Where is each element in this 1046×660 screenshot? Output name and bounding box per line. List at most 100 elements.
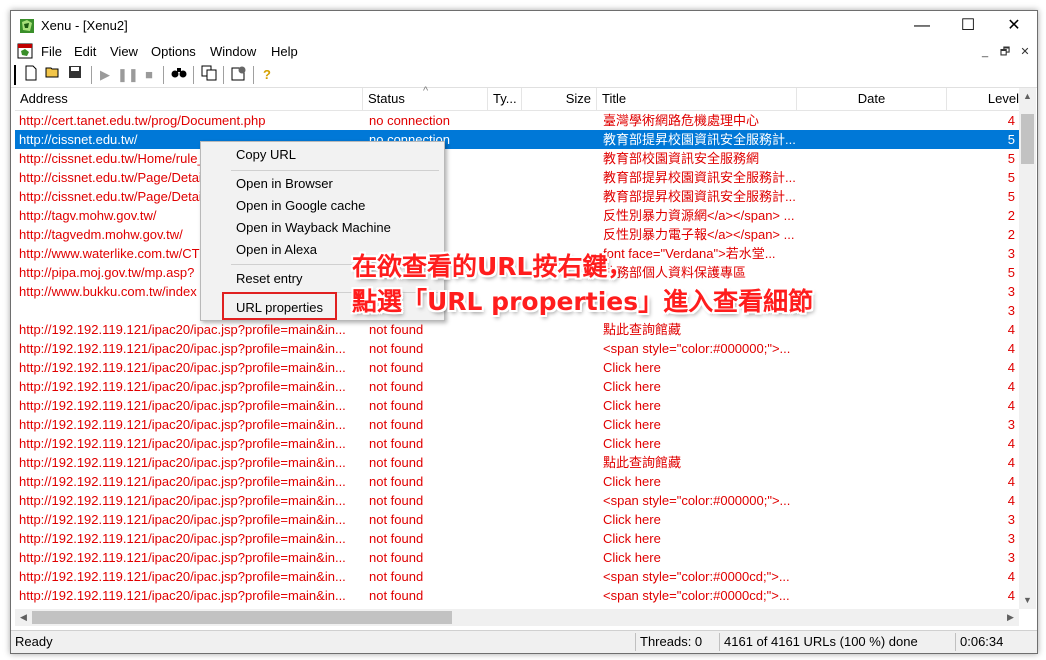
column-type[interactable]: Ty... [488, 88, 522, 110]
row-address: http://192.192.119.121/ipac20/ipac.jsp?p… [19, 493, 346, 508]
table-row[interactable]: http://192.192.119.121/ipac20/ipac.jsp?p… [15, 358, 1019, 377]
toolbar-separator [91, 66, 92, 84]
column-title[interactable]: Title [597, 88, 797, 110]
table-row[interactable]: http://tagvedm.mohw.gov.tw/n反性別暴力電子報</a>… [15, 225, 1019, 244]
column-date[interactable]: Date [797, 88, 947, 110]
pause-icon[interactable]: ❚❚ [117, 65, 139, 85]
row-level: 4 [1007, 398, 1015, 413]
row-level: 3 [1007, 550, 1015, 565]
column-size[interactable]: Size [522, 88, 597, 110]
menu-open-google-cache[interactable]: Open in Google cache [236, 198, 365, 213]
menu-copy-url[interactable]: Copy URL [236, 147, 296, 162]
new-icon[interactable] [21, 65, 41, 85]
row-title: Click here [603, 550, 661, 565]
scroll-right-icon[interactable]: ▶ [1002, 609, 1019, 626]
mdi-close-button[interactable]: ✕ [1017, 44, 1033, 60]
row-address: http://cert.tanet.edu.tw/prog/Document.p… [19, 113, 266, 128]
column-status[interactable]: Status ^ [363, 85, 488, 110]
toolbar-separator [253, 66, 254, 84]
help-icon[interactable]: ? [257, 65, 277, 85]
status-progress: 4161 of 4161 URLs (100 %) done [719, 633, 955, 651]
properties-icon[interactable] [229, 65, 249, 85]
vertical-scrollbar[interactable]: ▲ ▼ [1019, 88, 1036, 609]
table-row[interactable]: http://192.192.119.121/ipac20/ipac.jsp?p… [15, 529, 1019, 548]
table-row[interactable]: http://192.192.119.121/ipac20/ipac.jsp?p… [15, 548, 1019, 567]
table-row[interactable]: http://192.192.119.121/ipac20/ipac.jsp?p… [15, 434, 1019, 453]
menu-help[interactable]: Help [271, 44, 298, 59]
row-title: Click here [603, 436, 661, 451]
row-status: not found [369, 417, 424, 432]
status-threads: Threads: 0 [635, 633, 719, 651]
scroll-up-icon[interactable]: ▲ [1019, 88, 1036, 105]
row-level: 5 [1007, 170, 1015, 185]
table-row[interactable]: http://cissnet.edu.tw/Page/Detain教育部提昇校園… [15, 187, 1019, 206]
menu-view[interactable]: View [110, 44, 138, 59]
row-address: http://192.192.119.121/ipac20/ipac.jsp?p… [19, 360, 346, 375]
menu-open-alexa[interactable]: Open in Alexa [236, 242, 317, 257]
mdi-minimize-button[interactable]: _ [977, 44, 993, 60]
menu-reset-entry[interactable]: Reset entry [236, 271, 302, 286]
status-elapsed: 0:06:34 [955, 633, 1033, 651]
row-level: 4 [1007, 588, 1015, 603]
table-row[interactable]: http://192.192.119.121/ipac20/ipac.jsp?p… [15, 396, 1019, 415]
row-title: 反性別暴力資源網</a></span> ... [603, 208, 795, 223]
column-level[interactable]: Level [947, 88, 1019, 110]
stop-icon[interactable]: ■ [139, 65, 159, 85]
horizontal-scroll-thumb[interactable] [32, 611, 452, 624]
menu-bar: File Edit View Options Window Help _ 🗗 ✕ [11, 41, 1037, 63]
binoculars-icon[interactable] [169, 65, 189, 85]
save-icon[interactable] [65, 65, 85, 85]
row-status: no connection [369, 113, 450, 128]
minimize-button[interactable]: — [899, 11, 945, 41]
table-row[interactable]: http://192.192.119.121/ipac20/ipac.jsp?p… [15, 453, 1019, 472]
row-level: 3 [1007, 303, 1015, 318]
copy-icon[interactable] [199, 65, 219, 85]
table-row[interactable]: http://192.192.119.121/ipac20/ipac.jsp?p… [15, 377, 1019, 396]
row-title: <span style="color:#0000cd;">... [603, 569, 790, 584]
table-row[interactable]: http://192.192.119.121/ipac20/ipac.jsp?p… [15, 320, 1019, 339]
url-list[interactable]: http://cert.tanet.edu.tw/prog/Document.p… [15, 111, 1019, 609]
row-title: Click here [603, 474, 661, 489]
status-ready: Ready [15, 634, 53, 649]
row-status: not found [369, 379, 424, 394]
row-address: http://192.192.119.121/ipac20/ipac.jsp?p… [19, 550, 346, 565]
menu-window[interactable]: Window [210, 44, 256, 59]
table-row[interactable]: http://cissnet.edu.tw/no connection 教育部提昇… [15, 130, 1019, 149]
column-address[interactable]: Address [15, 88, 363, 110]
scroll-down-icon[interactable]: ▼ [1019, 592, 1036, 609]
row-address: http://192.192.119.121/ipac20/ipac.jsp?p… [19, 512, 346, 527]
row-status: not found [369, 531, 424, 546]
menu-open-wayback[interactable]: Open in Wayback Machine [236, 220, 391, 235]
table-row[interactable]: http://192.192.119.121/ipac20/ipac.jsp?p… [15, 339, 1019, 358]
table-row[interactable]: http://192.192.119.121/ipac20/ipac.jsp?p… [15, 472, 1019, 491]
menu-edit[interactable]: Edit [74, 44, 96, 59]
table-row[interactable]: http://cert.tanet.edu.tw/prog/Document.p… [15, 111, 1019, 130]
play-icon[interactable]: ▶ [95, 65, 115, 85]
row-title: Click here [603, 531, 661, 546]
row-address: http://192.192.119.121/ipac20/ipac.jsp?p… [19, 341, 346, 356]
table-row[interactable]: http://tagv.mohw.gov.tw/n反性別暴力資源網</a></s… [15, 206, 1019, 225]
mdi-document-icon[interactable] [17, 43, 33, 59]
menu-open-browser[interactable]: Open in Browser [236, 176, 333, 191]
menu-options[interactable]: Options [151, 44, 196, 59]
status-bar: Ready Threads: 0 4161 of 4161 URLs (100 … [11, 630, 1037, 653]
row-address: http://192.192.119.121/ipac20/ipac.jsp?p… [19, 569, 346, 584]
toolbar-grip[interactable] [14, 65, 19, 85]
table-row[interactable]: http://192.192.119.121/ipac20/ipac.jsp?p… [15, 567, 1019, 586]
maximize-button[interactable]: ☐ [945, 11, 991, 41]
table-row[interactable]: http://192.192.119.121/ipac20/ipac.jsp?p… [15, 586, 1019, 605]
horizontal-scrollbar[interactable]: ◀ ▶ [15, 609, 1019, 626]
table-row[interactable]: http://192.192.119.121/ipac20/ipac.jsp?p… [15, 510, 1019, 529]
table-row[interactable]: http://192.192.119.121/ipac20/ipac.jsp?p… [15, 491, 1019, 510]
mdi-restore-button[interactable]: 🗗 [997, 44, 1013, 60]
vertical-scroll-thumb[interactable] [1021, 114, 1034, 164]
table-row[interactable]: http://cissnet.edu.tw/Page/Detain教育部提昇校園… [15, 168, 1019, 187]
row-status: not found [369, 550, 424, 565]
scroll-left-icon[interactable]: ◀ [15, 609, 32, 626]
row-level: 4 [1007, 474, 1015, 489]
table-row[interactable]: http://cissnet.edu.tw/Home/rule_n教育部校園資訊… [15, 149, 1019, 168]
open-icon[interactable] [43, 65, 63, 85]
table-row[interactable]: http://192.192.119.121/ipac20/ipac.jsp?p… [15, 415, 1019, 434]
close-button[interactable]: ✕ [991, 11, 1037, 41]
menu-file[interactable]: File [41, 44, 62, 59]
